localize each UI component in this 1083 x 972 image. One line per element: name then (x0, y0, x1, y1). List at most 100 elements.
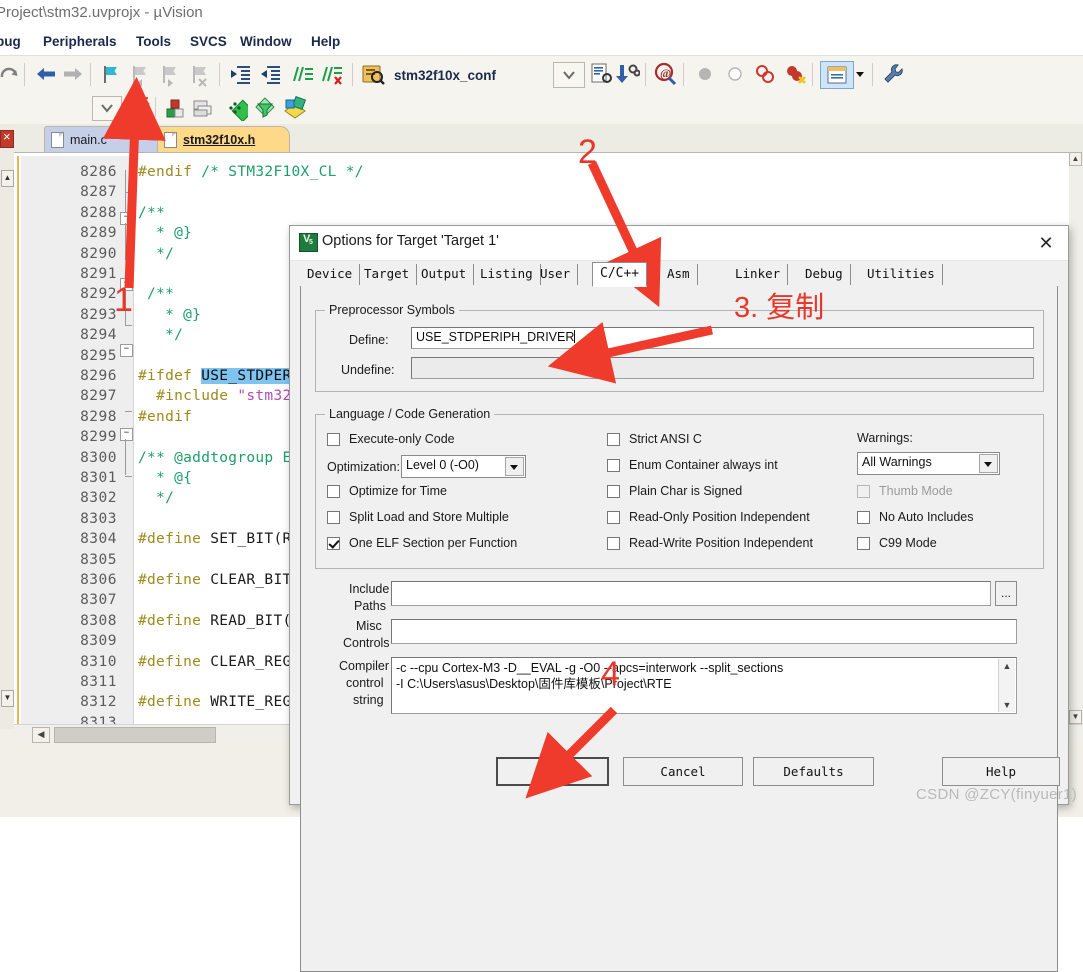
checkbox-strict-ansi-c[interactable] (607, 433, 620, 446)
tab-user[interactable]: User (533, 264, 579, 285)
tab-debug[interactable]: Debug (798, 264, 851, 285)
dropdown-icon-2[interactable] (92, 96, 122, 121)
checkbox-plain-char-signed[interactable] (607, 485, 620, 498)
checkbox-optimize-for-time[interactable] (327, 485, 340, 498)
checkbox-no-auto-includes[interactable] (857, 511, 870, 524)
tab-output[interactable]: Output (414, 264, 475, 285)
checkbox-c99-mode[interactable] (857, 537, 870, 550)
code-line[interactable]: #define CLEAR_REG (138, 654, 292, 670)
cancel-button[interactable]: Cancel (623, 757, 743, 786)
editor-tab-stm32f10x-h[interactable]: stm32f10x.h (157, 126, 290, 152)
chevron-down-icon[interactable] (979, 454, 998, 473)
breakpoint-disabled-icon[interactable] (692, 61, 718, 87)
close-icon[interactable] (0, 129, 14, 148)
code-line[interactable]: #define CLEAR_BIT (138, 572, 292, 588)
include-paths-input[interactable] (391, 581, 991, 606)
fold-toggle[interactable]: − (120, 212, 133, 225)
menu-item-window[interactable]: Window (240, 34, 292, 49)
code-line[interactable]: */ (138, 246, 174, 262)
redo-icon[interactable] (0, 61, 22, 87)
breakpoint-toggle-icon[interactable] (752, 61, 778, 87)
manage-project-icon[interactable] (222, 95, 255, 123)
menu-item-help[interactable]: Help (311, 34, 340, 49)
fold-toggle[interactable]: − (120, 428, 133, 441)
code-line[interactable]: #define WRITE_REG (138, 694, 292, 710)
tab-device[interactable]: Device (300, 264, 361, 285)
dropdown-icon[interactable] (553, 62, 585, 88)
uncomment-icon[interactable] (320, 61, 346, 87)
tab-target[interactable]: Target (357, 264, 418, 285)
code-line[interactable]: * @{ (138, 470, 192, 486)
menu-item-peripherals[interactable]: Peripherals (43, 34, 117, 49)
breakpoint-empty-icon[interactable] (722, 61, 748, 87)
find-in-files-icon[interactable] (360, 61, 386, 87)
bookmark-clear-icon[interactable] (187, 61, 213, 87)
code-line[interactable]: * @} (138, 307, 201, 323)
bookmark-prev-icon[interactable] (127, 61, 153, 87)
tab-linker[interactable]: Linker (728, 264, 789, 285)
outdent-icon[interactable] (258, 61, 284, 87)
fold-toggle[interactable]: − (120, 344, 133, 357)
ok-button[interactable]: OK (496, 757, 609, 786)
batch-build-icon[interactable] (190, 95, 216, 121)
code-line[interactable]: * @} (138, 225, 192, 241)
code-line[interactable]: /** @addtogroup E (138, 450, 292, 466)
find-target-icon[interactable]: @ (652, 61, 678, 87)
close-icon[interactable]: ✕ (1034, 231, 1058, 255)
tab-listing[interactable]: Listing (473, 264, 541, 285)
code-line[interactable]: /** (138, 286, 174, 302)
target-options-icon[interactable] (162, 95, 188, 121)
code-folding-column[interactable]: − − − − (117, 156, 134, 725)
code-line[interactable]: */ (138, 490, 174, 506)
download-icon[interactable] (614, 61, 641, 87)
checkbox-one-elf-section[interactable] (327, 537, 340, 550)
tab-utilities[interactable]: Utilities (860, 264, 943, 285)
compiler-string-scrollbar[interactable]: ▲ ▼ (998, 659, 1015, 712)
chevron-down-icon[interactable]: ▼ (999, 698, 1015, 712)
back-arrow-icon[interactable] (33, 61, 59, 87)
manage-runtime-icon[interactable] (252, 95, 278, 121)
pack-installer-icon[interactable] (282, 95, 308, 121)
code-line[interactable]: /** (138, 205, 165, 221)
menu-item-debug[interactable]: bug (0, 34, 21, 49)
tab-c-cpp[interactable]: C/C++ (592, 262, 648, 287)
scroll-up-button[interactable]: ▲ (1, 170, 14, 187)
code-line[interactable]: #define READ_BIT( (138, 613, 292, 629)
bookmark-flag-icon[interactable] (98, 61, 124, 87)
breakpoint-kill-icon[interactable] (782, 61, 808, 87)
help-button[interactable]: Help (942, 757, 1060, 786)
manage-windows-icon[interactable] (820, 61, 854, 89)
options-for-target-dialog[interactable]: 5 Options for Target 'Target 1' ✕ Device… (289, 225, 1069, 972)
configure-icon[interactable] (880, 61, 906, 87)
defaults-button[interactable]: Defaults (753, 757, 874, 786)
editor-tab-main-c[interactable]: main.c (44, 126, 160, 152)
scroll-left-arrow[interactable]: ◀ (32, 727, 50, 743)
checkbox-read-write-pi[interactable] (607, 537, 620, 550)
code-line[interactable]: #endif /* STM32F10X_CL */ (138, 164, 364, 180)
compiler-control-string[interactable]: -c --cpu Cortex-M3 -D__EVAL -g -O0 --apc… (391, 657, 1017, 714)
checkbox-read-only-pi[interactable] (607, 511, 620, 524)
comment-icon[interactable] (290, 61, 316, 87)
undefine-input[interactable] (411, 357, 1034, 379)
include-paths-browse-button[interactable]: ... (995, 581, 1017, 606)
define-input[interactable]: USE_STDPERIPH_DRIVER (411, 327, 1034, 349)
forward-arrow-icon[interactable] (60, 61, 86, 87)
tab-asm[interactable]: Asm (660, 264, 698, 285)
checkbox-split-load-store[interactable] (327, 511, 340, 524)
bookmark-next-icon[interactable] (157, 61, 183, 87)
checkbox-enum-container[interactable] (607, 459, 620, 472)
code-line[interactable]: */ (138, 327, 183, 343)
checkbox-execute-only-code[interactable] (327, 433, 340, 446)
misc-controls-input[interactable] (391, 619, 1017, 644)
code-line[interactable]: #endif (138, 409, 192, 425)
indent-icon[interactable] (228, 61, 254, 87)
chevron-down-icon[interactable] (505, 457, 524, 476)
menu-item-svcs[interactable]: SVCS (190, 34, 227, 49)
scroll-thumb[interactable] (54, 727, 216, 743)
optimization-select[interactable]: Level 0 (-O0) (401, 455, 526, 478)
menu-item-tools[interactable]: Tools (136, 34, 171, 49)
warnings-select[interactable]: All Warnings (857, 452, 1000, 475)
editor-vertical-scrollbar[interactable]: ▲ ▼ (1069, 152, 1083, 724)
chevron-up-icon[interactable]: ▲ (999, 659, 1015, 673)
code-line[interactable]: #define SET_BIT(R (138, 531, 292, 547)
